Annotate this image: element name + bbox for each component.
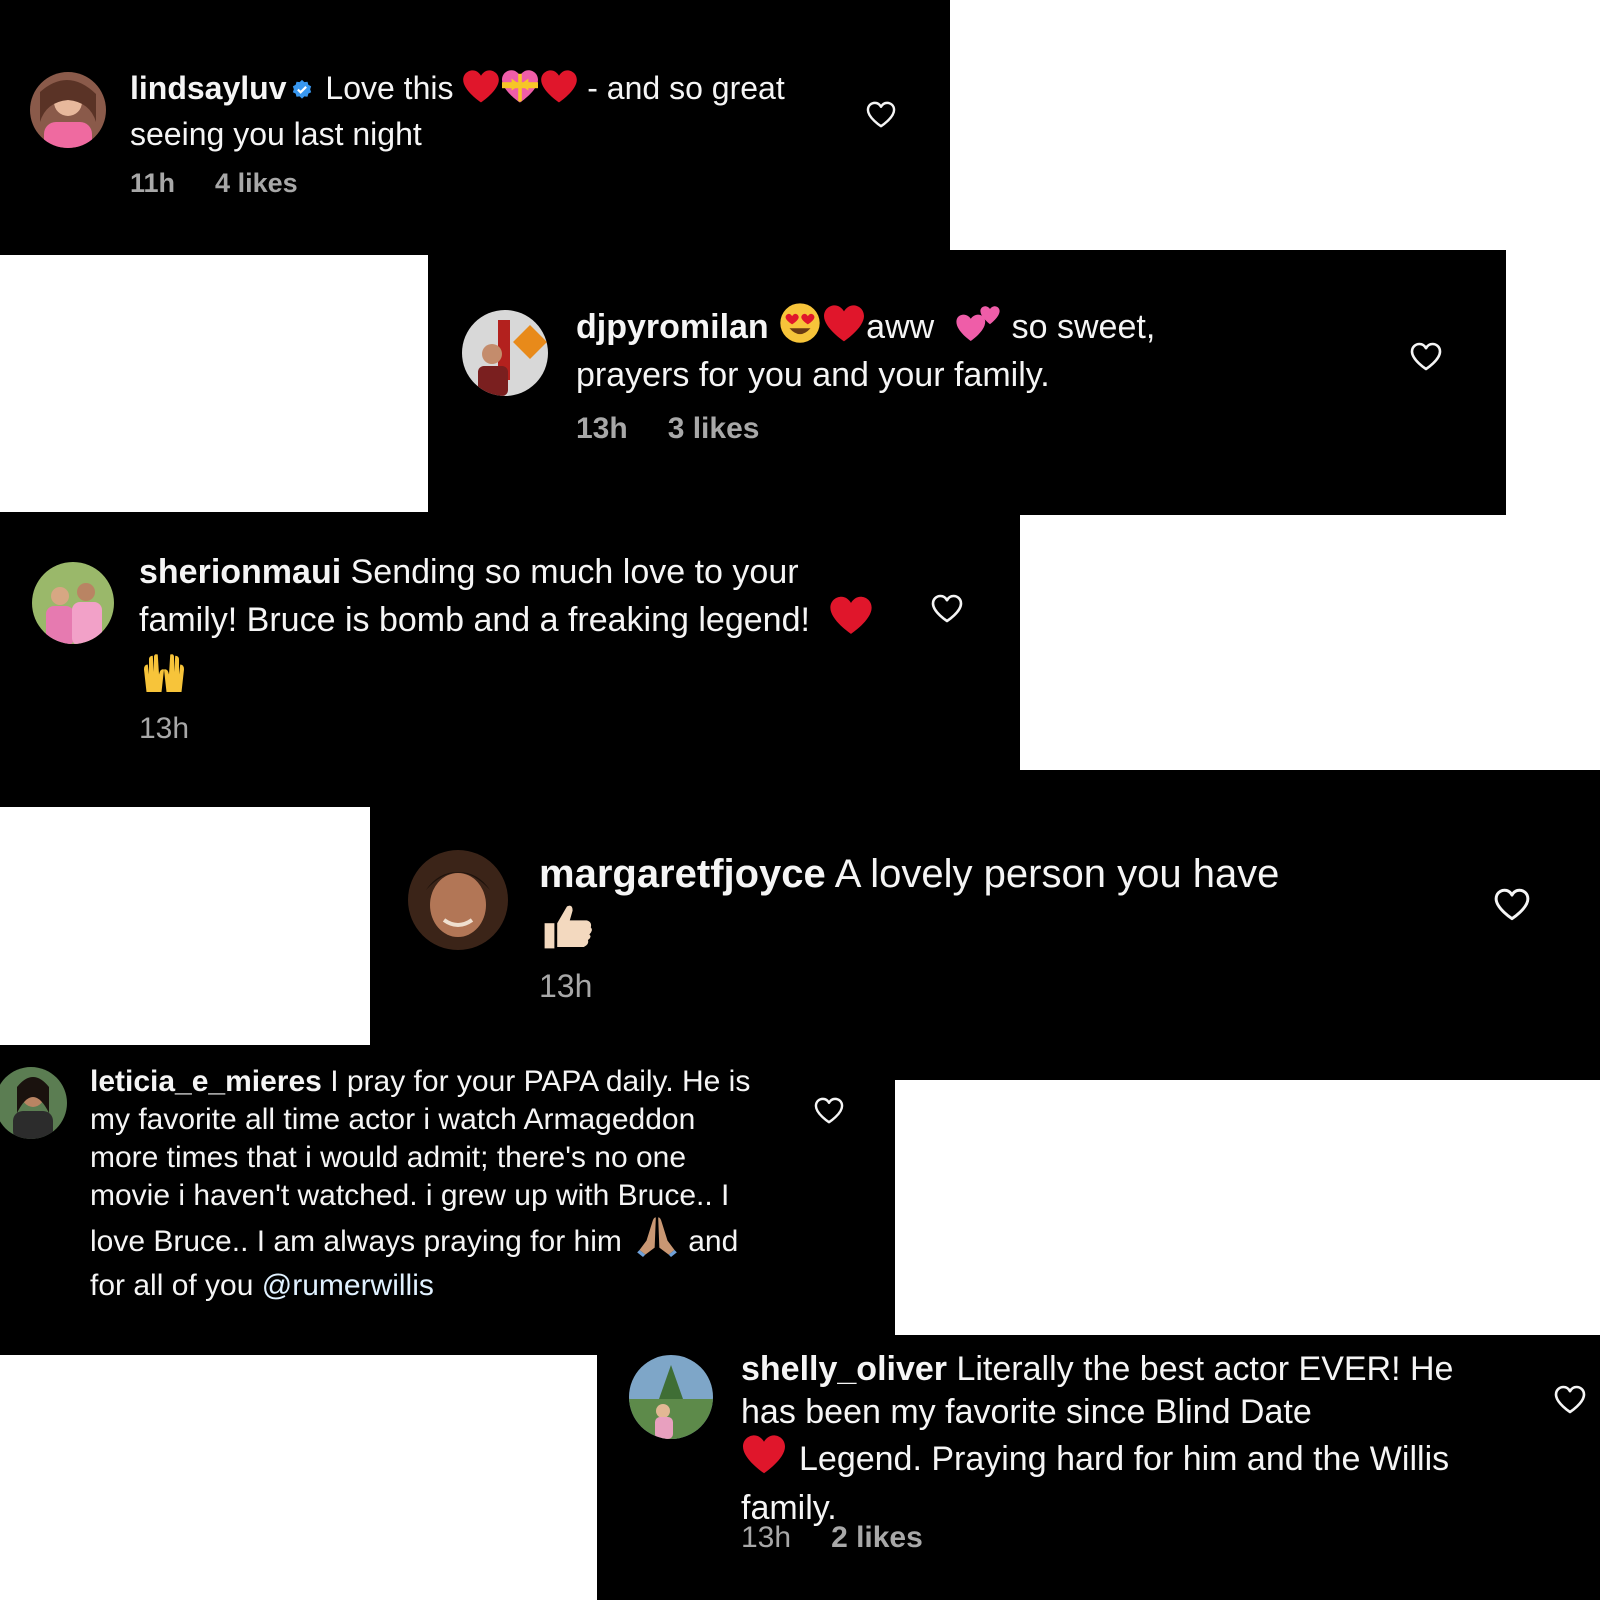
avatar[interactable]: [629, 1355, 713, 1439]
comment-body: margaretfjoyce A lovely person you have: [539, 848, 1439, 965]
comment-text: A lovely person you have: [834, 852, 1280, 896]
username[interactable]: leticia_e_mieres: [90, 1065, 322, 1098]
avatar[interactable]: [0, 1067, 67, 1139]
comment-meta: 13h: [539, 968, 592, 1005]
like-heart-icon[interactable]: [814, 1097, 844, 1125]
comment-meta: 13h 2 likes: [741, 1521, 923, 1555]
likes-count[interactable]: 2 likes: [831, 1521, 923, 1554]
likes-count[interactable]: 3 likes: [668, 412, 760, 445]
red-heart-emoji: [540, 69, 578, 114]
like-heart-icon[interactable]: [866, 101, 896, 129]
comments-collage: lindsayluv Love this - and so great seei…: [0, 0, 1600, 1600]
raising-hands-emoji: [139, 649, 189, 707]
folded-hands-emoji: [634, 1215, 680, 1267]
username[interactable]: shelly_oliver: [741, 1350, 947, 1388]
comment-meta: 13h: [139, 712, 189, 746]
comment-time: 13h: [576, 412, 628, 445]
comment-panel-sherionmaui: sherionmaui Sending so much love to your…: [0, 512, 1020, 807]
red-heart-emoji: [822, 304, 866, 354]
red-heart-emoji: [829, 595, 873, 649]
comment-body: lindsayluv Love this - and so great seei…: [130, 68, 790, 154]
mention-link[interactable]: @rumerwillis: [262, 1269, 434, 1302]
avatar[interactable]: [32, 562, 114, 644]
comment-text: aww: [866, 308, 935, 346]
like-heart-icon[interactable]: [930, 594, 964, 624]
like-heart-icon[interactable]: [1493, 888, 1531, 922]
comment-panel-shelly-oliver: shelly_oliver Literally the best actor E…: [597, 1335, 1600, 1600]
comment-time: 13h: [741, 1521, 792, 1554]
heart-eyes-emoji: [778, 302, 822, 354]
comment-time: 13h: [539, 968, 593, 1004]
comment-body: shelly_oliver Literally the best actor E…: [741, 1348, 1501, 1530]
like-heart-icon[interactable]: [1553, 1385, 1587, 1415]
comment-panel-lindsayluv: lindsayluv Love this - and so great seei…: [0, 0, 950, 255]
red-heart-emoji: [741, 1434, 787, 1487]
comment-panel-margaretfjoyce: margaretfjoyce A lovely person you have …: [370, 770, 1600, 1080]
comment-time: 13h: [139, 712, 190, 745]
verified-badge-icon: [291, 70, 313, 99]
thumbs-up-emoji: [539, 900, 595, 965]
comment-time: 11h: [130, 168, 176, 198]
comment-panel-djpyromilan: djpyromilan aww so sweet, prayers for yo…: [428, 250, 1506, 515]
likes-count[interactable]: 4 likes: [215, 168, 298, 198]
comment-body: leticia_e_mieres I pray for your PAPA da…: [90, 1063, 770, 1305]
avatar[interactable]: [462, 310, 548, 396]
username[interactable]: lindsayluv: [130, 70, 287, 106]
heart-with-ribbon-emoji: [500, 69, 540, 114]
like-heart-icon[interactable]: [1409, 342, 1443, 372]
comment-body: djpyromilan aww so sweet, prayers for yo…: [576, 302, 1266, 396]
comment-text: Legend. Praying hard for him and the Wil…: [741, 1440, 1450, 1527]
comment-panel-leticia-e-mieres: leticia_e_mieres I pray for your PAPA da…: [0, 1045, 895, 1355]
comment-meta: 13h 3 likes: [576, 412, 759, 446]
avatar[interactable]: [408, 850, 508, 950]
two-hearts-emoji: [954, 302, 1002, 354]
comment-meta: 11h 4 likes: [130, 168, 298, 199]
comment-body: sherionmaui Sending so much love to your…: [139, 550, 879, 707]
avatar[interactable]: [30, 72, 106, 148]
username[interactable]: margaretfjoyce: [539, 852, 826, 896]
red-heart-emoji: [462, 69, 500, 114]
username[interactable]: djpyromilan: [576, 308, 769, 346]
comment-text: Love this: [325, 70, 454, 106]
username[interactable]: sherionmaui: [139, 553, 341, 591]
